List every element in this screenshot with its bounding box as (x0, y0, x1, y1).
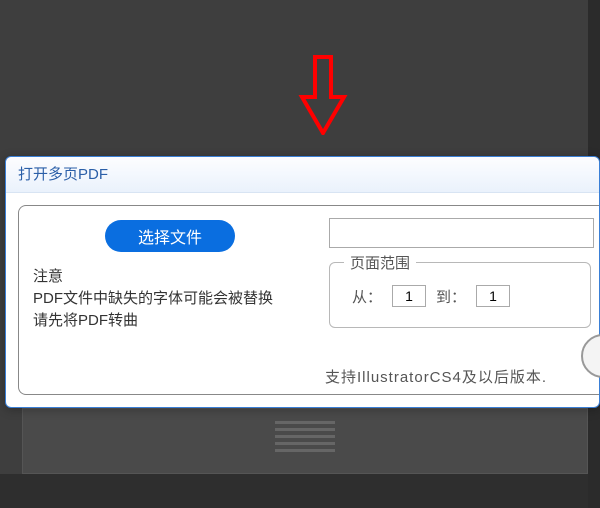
page-from-label: 从： (352, 286, 382, 307)
page-to-input[interactable] (476, 285, 510, 307)
notice-heading: 注意 (33, 266, 303, 288)
annotation-down-arrow-icon (298, 55, 348, 139)
page-range-row: 从： 到： (352, 285, 510, 307)
document-preview-stub (22, 408, 588, 474)
page-from-input[interactable] (392, 285, 426, 307)
dialog-title: 打开多页PDF (18, 166, 108, 183)
dialog-body: 选择文件 注意 PDF文件中缺失的字体可能会被替换 请先将PDF转曲 页面范围 … (18, 205, 599, 395)
dialog-titlebar[interactable]: 打开多页PDF (6, 157, 599, 193)
outer-frame-bottom (0, 474, 588, 508)
notice-line2: 请先将PDF转曲 (33, 310, 303, 332)
notice-line1: PDF文件中缺失的字体可能会被替换 (33, 288, 303, 310)
file-path-input[interactable] (329, 218, 594, 248)
page-range-fieldset: 页面范围 从： 到： (329, 262, 591, 328)
notice-block: 注意 PDF文件中缺失的字体可能会被替换 请先将PDF转曲 (33, 266, 303, 332)
document-thumbnail-lines (275, 421, 335, 456)
footer-support-note: 支持IllustratorCS4及以后版本. (325, 366, 547, 387)
select-file-button[interactable]: 选择文件 (105, 220, 235, 252)
open-multipage-pdf-dialog: 打开多页PDF 选择文件 注意 PDF文件中缺失的字体可能会被替换 请先将PDF… (5, 156, 600, 408)
round-action-button[interactable] (581, 334, 600, 378)
page-range-legend: 页面范围 (344, 252, 416, 273)
page-to-label: 到： (436, 286, 466, 307)
